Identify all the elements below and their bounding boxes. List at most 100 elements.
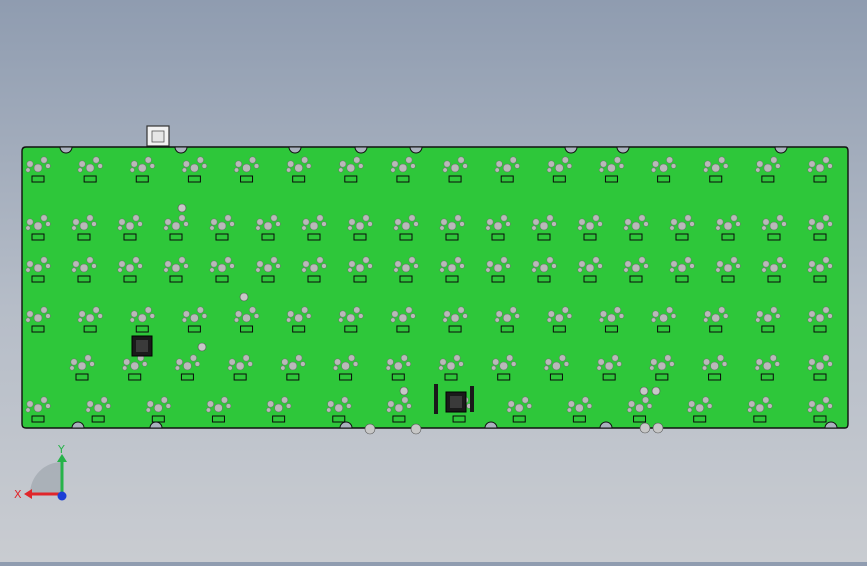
pad: [391, 310, 399, 318]
pad: [688, 400, 696, 408]
pad: [666, 306, 674, 314]
pad: [353, 156, 361, 164]
pad: [362, 214, 370, 222]
pad: [624, 260, 632, 268]
pad: [774, 361, 780, 367]
pad: [270, 256, 278, 264]
pad: [586, 403, 593, 409]
pad: [638, 256, 646, 264]
pad: [132, 214, 140, 222]
pad: [623, 267, 629, 273]
mcu-chip-left: [131, 335, 153, 357]
pad: [808, 160, 816, 168]
pad: [485, 225, 491, 231]
pad: [585, 221, 595, 231]
pad: [721, 361, 728, 367]
pad: [164, 218, 172, 226]
pad: [815, 361, 825, 371]
pad: [72, 218, 80, 226]
pad: [347, 225, 353, 231]
pad: [171, 263, 181, 273]
cad-viewport[interactable]: X Y: [0, 0, 867, 562]
pad: [718, 156, 726, 164]
pad: [189, 354, 197, 362]
pad: [703, 167, 709, 173]
pad: [585, 263, 595, 273]
pad: [302, 218, 310, 226]
pad: [500, 214, 508, 222]
pad: [327, 400, 335, 408]
pad: [702, 396, 710, 404]
pad: [624, 218, 632, 226]
pad: [25, 225, 31, 231]
pad: [182, 310, 190, 318]
pad: [300, 361, 306, 367]
pad: [563, 361, 570, 367]
pad: [70, 358, 78, 366]
pad: [125, 221, 135, 231]
pad: [228, 358, 236, 366]
pad: [45, 221, 51, 227]
pad: [78, 160, 86, 168]
pad: [505, 221, 511, 227]
pad: [196, 306, 204, 314]
pad: [443, 310, 451, 318]
pad: [93, 403, 103, 413]
pad: [555, 163, 564, 173]
pad: [40, 306, 48, 314]
pad: [227, 365, 233, 371]
pad: [715, 267, 721, 273]
pad: [285, 403, 292, 409]
pad: [707, 403, 713, 409]
pad: [597, 263, 603, 269]
pad: [92, 156, 100, 164]
pad: [670, 163, 677, 169]
pad: [539, 221, 549, 231]
pad: [224, 256, 232, 264]
pad: [85, 407, 91, 413]
pad: [775, 163, 781, 169]
pad: [26, 400, 34, 408]
pad: [808, 310, 816, 318]
pad: [235, 160, 242, 168]
pad: [642, 396, 649, 404]
pad: [495, 160, 503, 168]
pad: [815, 221, 825, 231]
pad: [138, 313, 147, 323]
pad: [85, 313, 95, 323]
pad: [575, 403, 584, 413]
pad: [267, 400, 275, 408]
pad: [408, 256, 416, 264]
pcb-board[interactable]: [0, 0, 867, 562]
pad: [347, 267, 353, 273]
pad: [79, 263, 89, 273]
pad: [592, 214, 600, 222]
pad: [346, 163, 356, 173]
pad: [597, 221, 603, 227]
pad: [531, 267, 537, 273]
pad: [769, 263, 779, 273]
pad: [730, 214, 738, 222]
pad: [209, 267, 215, 273]
pad: [321, 221, 327, 227]
pad: [599, 167, 604, 173]
pad: [546, 256, 554, 264]
pad: [755, 167, 761, 173]
pad: [40, 256, 48, 264]
pad: [578, 260, 586, 268]
pad: [822, 156, 830, 164]
pad: [827, 263, 833, 269]
pad: [387, 400, 395, 408]
pad: [77, 317, 83, 323]
pad: [249, 156, 256, 164]
pad: [664, 354, 672, 362]
pad: [677, 263, 687, 273]
pad: [85, 163, 95, 173]
pad: [348, 260, 356, 268]
pad: [25, 407, 31, 413]
pad: [763, 163, 773, 173]
pad: [321, 263, 327, 269]
pad: [201, 163, 208, 169]
pad: [600, 310, 607, 318]
pad: [492, 358, 500, 366]
